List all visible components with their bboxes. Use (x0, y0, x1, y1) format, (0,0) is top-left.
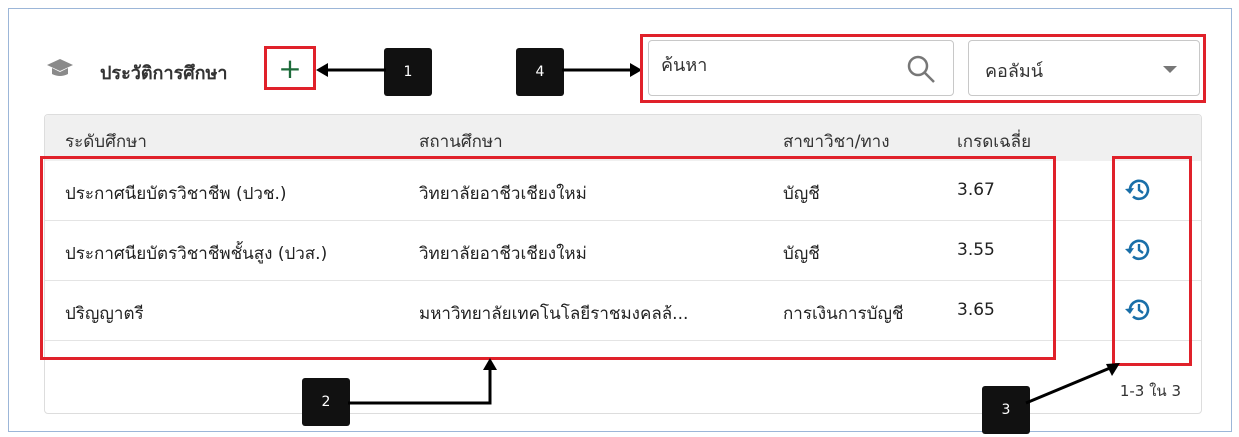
cell-school: วิทยาลัยอาชีวเชียงใหม่ (419, 244, 587, 264)
history-button[interactable] (1122, 293, 1156, 327)
callout-arrow-3 (1025, 363, 1120, 405)
callout-arrow-1 (316, 63, 386, 77)
cell-gpa: 3.67 (957, 180, 995, 200)
history-icon (1125, 239, 1150, 261)
search-icon[interactable] (905, 53, 937, 85)
cell-gpa: 3.55 (957, 240, 995, 260)
history-button[interactable] (1122, 173, 1156, 207)
header-gpa[interactable]: เกรดเฉลี่ย (957, 128, 1031, 155)
callout-2: 2 (302, 378, 350, 426)
callout-arrow-2 (348, 358, 497, 405)
chevron-down-icon (1163, 66, 1177, 73)
column-select[interactable]: คอลัมน์ (968, 40, 1200, 96)
cell-gpa: 3.65 (957, 300, 995, 320)
cell-school: มหาวิทยาลัยเทคโนโลยีราชมงคลล้... (419, 304, 689, 324)
header-school[interactable]: สถานศึกษา (419, 128, 503, 155)
table-row: ปริญญาตรี มหาวิทยาลัยเทคโนโลยีราชมงคลล้.… (45, 281, 1201, 341)
table-header: ระดับศึกษา สถานศึกษา สาขาวิชา/ทาง เกรดเฉ… (45, 115, 1201, 161)
callout-3: 3 (982, 386, 1030, 434)
graduation-cap-icon (47, 59, 73, 76)
cell-level: ประกาศนียบัตรวิชาชีพ (ปวช.) (65, 184, 287, 204)
cell-school: วิทยาลัยอาชีวเชียงใหม่ (419, 184, 587, 204)
cell-major: บัญชี (783, 244, 820, 264)
callout-1: 1 (384, 48, 432, 96)
section-title: ประวัติการศึกษา (100, 63, 228, 84)
header-level[interactable]: ระดับศึกษา (65, 128, 147, 155)
cell-level: ปริญญาตรี (65, 304, 144, 324)
plus-icon: + (278, 51, 302, 85)
cell-major: การเงินการบัญชี (783, 304, 904, 324)
table-row: ประกาศนียบัตรวิชาชีพ (ปวช.) วิทยาลัยอาชี… (45, 161, 1201, 221)
history-icon (1125, 179, 1150, 201)
callout-arrow-4 (562, 63, 642, 77)
table-row: ประกาศนียบัตรวิชาชีพชั้นสูง (ปวส.) วิทยา… (45, 221, 1201, 281)
cell-major: บัญชี (783, 184, 820, 204)
history-icon (1125, 299, 1150, 321)
add-education-button[interactable]: + (264, 46, 316, 90)
search-input[interactable] (661, 55, 901, 76)
pagination-info: 1-3 ใน 3 (1119, 382, 1181, 400)
callout-4: 4 (516, 48, 564, 96)
history-button[interactable] (1122, 233, 1156, 267)
header-major[interactable]: สาขาวิชา/ทาง (783, 128, 890, 155)
search-box[interactable] (648, 40, 954, 96)
cell-level: ประกาศนียบัตรวิชาชีพชั้นสูง (ปวส.) (65, 244, 328, 264)
column-select-label: คอลัมน์ (985, 61, 1044, 82)
